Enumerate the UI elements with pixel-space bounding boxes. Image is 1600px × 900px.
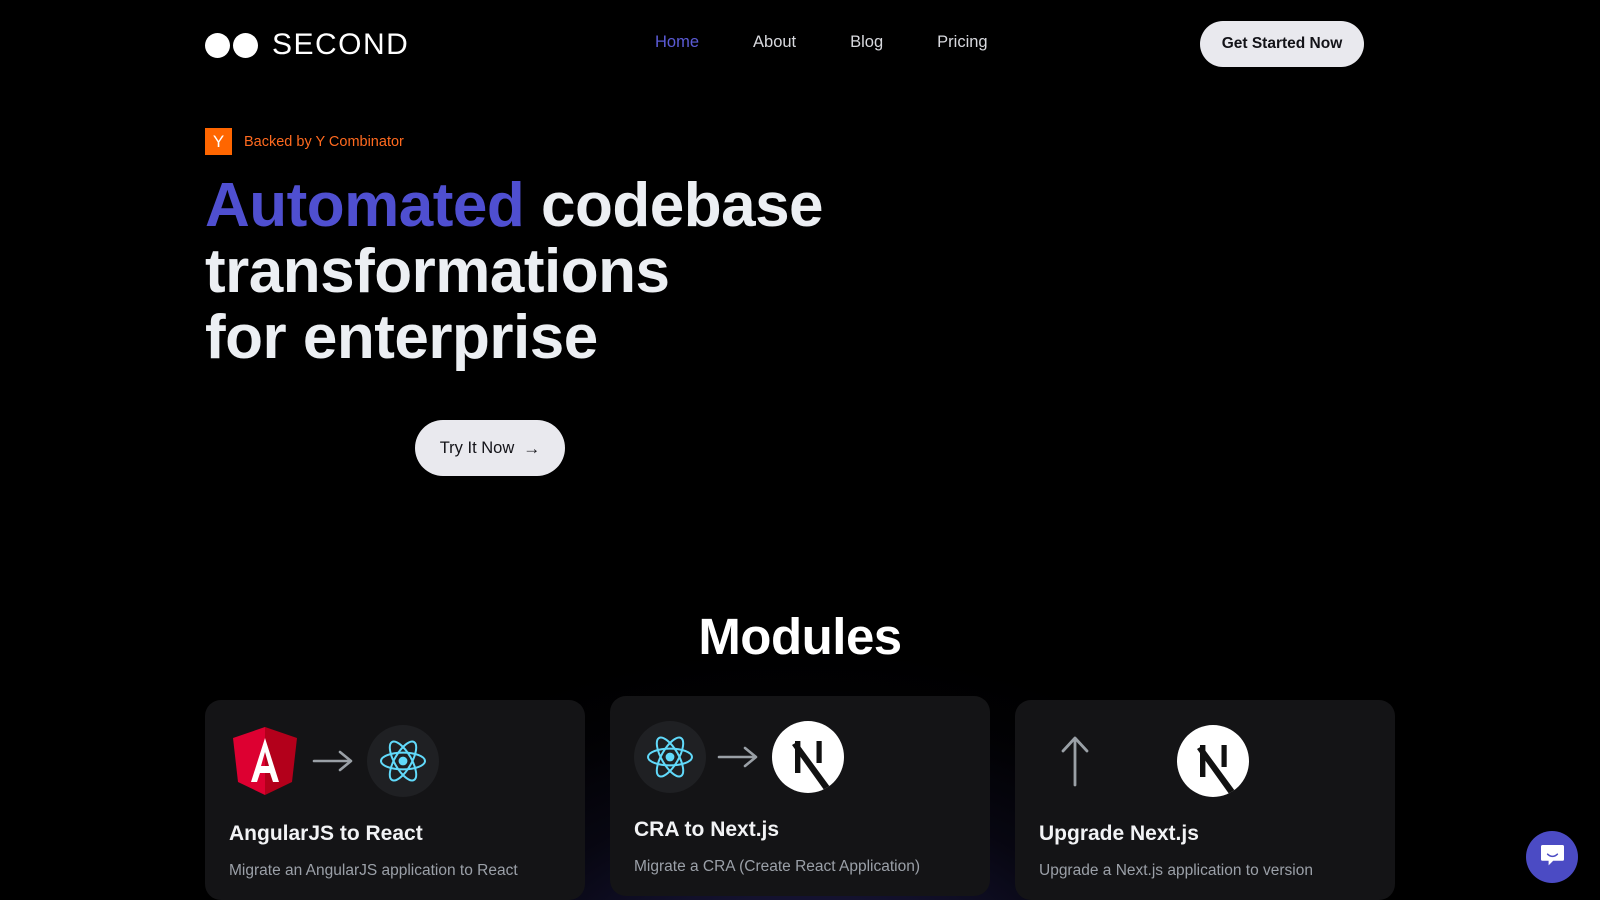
nav-item-about[interactable]: About [753, 33, 796, 52]
yc-logo-icon: Y [205, 128, 232, 155]
nav-item-blog[interactable]: Blog [850, 33, 883, 52]
two-dots-icon-second [233, 32, 258, 58]
angular-logo-icon [229, 725, 301, 797]
modules-card-list: AngularJS to React Migrate an AngularJS … [205, 696, 1395, 900]
main-navigation: Home About Blog Pricing [655, 33, 988, 52]
module-card-upgrade-nextjs[interactable]: Upgrade Next.js Upgrade a Next.js applic… [1015, 700, 1395, 900]
arrow-right-icon: → [523, 438, 541, 458]
module-card-cra-to-nextjs[interactable]: CRA to Next.js Migrate a CRA (Create Rea… [610, 696, 990, 896]
brand-name: SECOND [272, 28, 410, 61]
nextjs-logo-icon [1177, 725, 1249, 797]
nextjs-logo-icon [772, 721, 844, 793]
headline-line1-rest: codebase [524, 171, 824, 240]
card-icon-row [634, 718, 966, 796]
nav-item-home[interactable]: Home [655, 33, 699, 52]
headline-line2: transformations [205, 237, 670, 306]
chat-bubble-icon [1539, 842, 1566, 872]
try-it-now-button[interactable]: Try It Now → [415, 420, 565, 476]
card-title: Upgrade Next.js [1039, 822, 1199, 845]
module-card-angularjs-to-react[interactable]: AngularJS to React Migrate an AngularJS … [205, 700, 585, 900]
arrow-up-icon [1039, 725, 1111, 797]
react-logo-icon [367, 725, 439, 797]
react-logo-icon [634, 721, 706, 793]
headline-line3: for enterprise [205, 303, 598, 372]
try-it-now-label: Try It Now [439, 438, 515, 457]
hero-headline: Automated codebase transformations for e… [205, 171, 824, 372]
card-description: Upgrade a Next.js application to version [1039, 862, 1313, 879]
brand-logo[interactable]: SECOND [205, 28, 409, 62]
card-title: AngularJS to React [229, 822, 423, 845]
chat-launcher-button[interactable] [1526, 831, 1578, 883]
card-icon-row [1039, 722, 1371, 800]
card-title: CRA to Next.js [634, 818, 780, 841]
card-icon-row [229, 722, 561, 800]
nav-item-pricing[interactable]: Pricing [937, 33, 987, 52]
get-started-button[interactable]: Get Started Now [1200, 21, 1364, 67]
arrow-right-icon [301, 749, 367, 773]
modules-heading: Modules [698, 608, 902, 665]
yc-badge: Y Backed by Y Combinator [205, 128, 823, 155]
page-root: SECOND Home About Blog Pricing Get Start… [0, 0, 1600, 900]
card-description: Migrate an AngularJS application to Reac… [229, 862, 518, 879]
arrow-right-icon [706, 745, 772, 769]
hero-section: Y Backed by Y Combinator Automated codeb… [205, 128, 824, 476]
card-description: Migrate a CRA (Create React Application) [634, 858, 921, 875]
headline-accent-word: Automated [205, 171, 525, 240]
site-header: SECOND Home About Blog Pricing Get Start… [0, 0, 1600, 90]
two-dots-icon [205, 32, 230, 58]
yc-badge-label: Backed by Y Combinator [244, 133, 404, 150]
